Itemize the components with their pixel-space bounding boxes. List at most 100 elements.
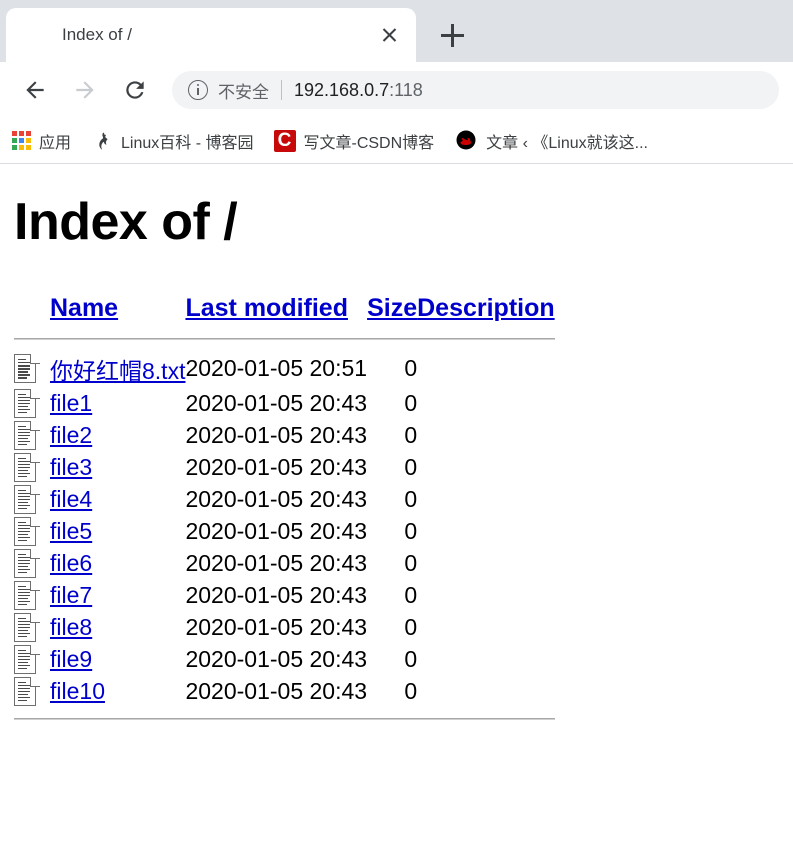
file-link[interactable]: file4 [50,486,92,512]
address-bar[interactable]: 不安全 192.168.0.7 :118 [172,71,779,109]
reload-button[interactable] [114,69,156,111]
file-icon-cell [14,515,50,547]
file-name-cell: file9 [50,643,185,675]
file-link[interactable]: file3 [50,454,92,480]
file-link[interactable]: file6 [50,550,92,576]
file-name-cell: file5 [50,515,185,547]
file-link[interactable]: file5 [50,518,92,544]
file-link[interactable]: 你好红帽8.txt [50,358,185,384]
back-button[interactable] [14,69,56,111]
forward-button[interactable] [64,69,106,111]
file-size-cell: 0 [404,389,418,416]
bookmark-apps[interactable]: 应用 [12,129,71,153]
header-description: Description [417,294,555,327]
browser-toolbar: 不安全 192.168.0.7 :118 [0,62,793,118]
file-description-cell [417,611,555,643]
file-link[interactable]: file8 [50,614,92,640]
file-date-cell: 2020-01-05 20:43 [185,613,368,640]
file-icon-cell [14,350,50,387]
file-link[interactable]: file2 [50,422,92,448]
text-file-icon [14,580,40,610]
file-rows-body: 你好红帽8.txt 2020-01-05 20:51 0 file1 2020-01-0… [14,350,555,707]
header-divider-row [14,327,555,350]
file-description-cell [417,515,555,547]
file-size-cell: 0 [404,517,418,544]
text-file-icon [14,354,40,383]
file-date-cell: 2020-01-05 20:43 [185,645,368,672]
omnibox-divider [281,80,282,100]
bookmark-redhat[interactable]: 文章 ‹ 《Linux就该这... [454,129,648,153]
file-description-cell [417,547,555,579]
file-size-cell: 0 [404,613,418,640]
new-tab-button[interactable] [430,13,474,57]
file-date-cell: 2020-01-05 20:43 [185,485,368,512]
csdn-icon: C [273,129,296,152]
tab-strip: Index of / [0,0,793,62]
browser-window: Index of / 不安全 192.168.0.7 :118 应用 Linux… [0,0,793,862]
file-link[interactable]: file7 [50,582,92,608]
bookmark-label: 文章 ‹ 《Linux就该这... [486,134,648,152]
table-row: file5 2020-01-05 20:43 0 [14,515,555,547]
file-size-cell: 0 [404,355,418,381]
bookmark-cnblogs[interactable]: Linux百科 - 博客园 [91,129,254,153]
file-name-cell: file8 [50,611,185,643]
sort-by-date-link[interactable]: Last modified [185,294,348,322]
bookmark-csdn[interactable]: C 写文章-CSDN博客 [273,129,435,153]
header-name: Name [50,294,185,327]
file-name-cell: file6 [50,547,185,579]
file-description-cell [417,387,555,419]
table-row: file6 2020-01-05 20:43 0 [14,547,555,579]
text-file-icon [14,516,40,546]
file-date-cell: 2020-01-05 20:43 [185,389,368,416]
header-last-modified: Last modified [185,294,367,327]
file-name-cell: file4 [50,483,185,515]
file-icon-cell [14,643,50,675]
file-icon-cell [14,547,50,579]
table-row: file9 2020-01-05 20:43 0 [14,643,555,675]
file-link[interactable]: file1 [50,390,92,416]
sort-by-size-link[interactable]: Size [367,294,417,322]
file-link[interactable]: file10 [50,678,105,704]
horizontal-rule [14,717,555,720]
header-size: Size [367,294,417,327]
page-content: Index of / Name Last modified Size Descr… [0,164,793,860]
directory-listing-table: Name Last modified Size Description 你好红帽… [14,294,555,730]
footer-divider-cell [14,707,555,730]
file-icon-cell [14,611,50,643]
text-file-icon [14,420,40,450]
file-icon-cell [14,483,50,515]
footer-divider-row [14,707,555,730]
table-row: file10 2020-01-05 20:43 0 [14,675,555,707]
horizontal-rule [14,337,555,340]
file-date-cell: 2020-01-05 20:43 [185,517,368,544]
file-date-cell: 2020-01-05 20:51 [185,355,368,381]
file-size-cell: 0 [404,645,418,672]
bookmark-label: 应用 [39,134,72,152]
file-date-cell: 2020-01-05 20:43 [185,677,368,704]
file-description-cell [417,419,555,451]
sort-by-description-link[interactable]: Description [417,294,555,322]
table-row: file8 2020-01-05 20:43 0 [14,611,555,643]
file-size-cell: 0 [404,485,418,512]
apps-grid-icon [12,131,31,150]
file-date-cell: 2020-01-05 20:43 [185,453,368,480]
file-description-cell [417,350,555,387]
file-description-cell [417,451,555,483]
header-divider-cell [14,327,555,350]
info-circle-icon[interactable] [188,80,208,100]
file-name-cell: file2 [50,419,185,451]
bookmark-label: 写文章-CSDN博客 [303,134,435,152]
file-size-cell: 0 [404,453,418,480]
redhat-icon [454,129,478,153]
globe-icon [24,24,46,46]
bookmarks-bar: 应用 Linux百科 - 博客园 C 写文章-CSDN博客 文章 ‹ 《Linu… [0,118,793,164]
close-icon[interactable] [374,20,404,50]
file-link[interactable]: file9 [50,646,92,672]
text-file-icon [14,644,40,674]
table-header-row: Name Last modified Size Description [14,294,555,327]
tab-index-of[interactable]: Index of / [6,8,416,62]
file-date-cell: 2020-01-05 20:43 [185,421,368,448]
sort-by-name-link[interactable]: Name [50,294,118,322]
file-description-cell [417,483,555,515]
file-size-cell: 0 [404,421,418,448]
